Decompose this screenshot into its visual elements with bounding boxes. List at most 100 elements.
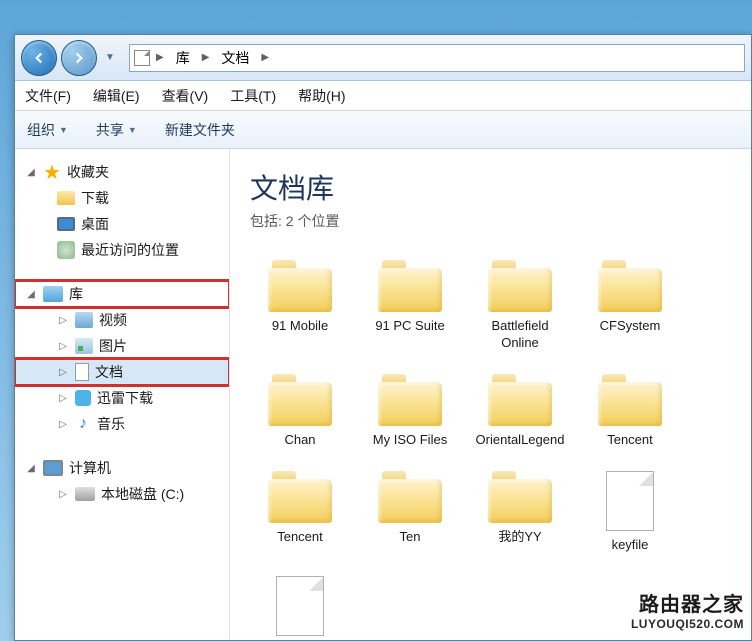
organize-button[interactable]: 组织▼ — [27, 120, 68, 140]
share-button[interactable]: 共享▼ — [96, 120, 137, 140]
address-bar[interactable]: ▶ 库 ▶ 文档 ▶ — [129, 44, 745, 72]
folder-item[interactable]: Battlefield Online — [470, 255, 570, 357]
sidebar-item-pictures[interactable]: ▷图片 — [15, 333, 229, 359]
item-label: 91 Mobile — [255, 318, 345, 335]
sidebar-label: 下载 — [81, 188, 109, 208]
items-grid: 91 Mobile 91 PC Suite Battlefield Online CF… — [250, 255, 731, 640]
folder-item[interactable]: Tencent — [580, 369, 680, 454]
sidebar-label: 音乐 — [97, 414, 125, 434]
watermark: 路由器之家 LUYOUQI520.COM — [631, 588, 744, 631]
library-icon — [43, 286, 63, 302]
sidebar-item-videos[interactable]: ▷ 视频 — [15, 307, 229, 333]
item-label: Tencent — [255, 529, 345, 546]
library-header: 文档库 包括: 2 个位置 — [250, 167, 731, 231]
item-label: Chan — [255, 432, 345, 449]
sidebar-item-documents[interactable]: ▷ 文档 — [15, 359, 229, 385]
collapse-icon[interactable]: ◢ — [25, 166, 37, 178]
explorer-window: ▼ ▶ 库 ▶ 文档 ▶ 文件(F) 编辑(E) 查看(V) 工具(T) 帮助(… — [14, 34, 752, 641]
breadcrumb-libraries[interactable]: 库 — [170, 46, 196, 70]
expand-icon[interactable]: ▷ — [57, 340, 69, 352]
folder-item[interactable]: CFSystem — [580, 255, 680, 357]
menu-help[interactable]: 帮助(H) — [298, 86, 345, 106]
sidebar-libraries[interactable]: ◢ 库 — [15, 281, 229, 307]
folder-icon — [378, 471, 442, 523]
forward-button[interactable] — [61, 40, 97, 76]
library-subtitle: 包括: 2 个位置 — [250, 211, 731, 231]
recent-icon — [57, 241, 75, 259]
expand-icon[interactable]: ▷ — [57, 488, 69, 500]
history-dropdown[interactable]: ▼ — [101, 40, 119, 76]
folder-item[interactable]: My ISO Files — [360, 369, 460, 454]
folder-item[interactable]: 91 Mobile — [250, 255, 350, 357]
chevron-right-icon[interactable]: ▶ — [198, 50, 214, 65]
item-label: OrientalLegend — [475, 432, 565, 449]
folder-icon — [268, 260, 332, 312]
folder-icon — [598, 374, 662, 426]
sidebar-item-downloads[interactable]: 下载 — [15, 185, 229, 211]
chevron-down-icon: ▼ — [128, 125, 137, 135]
desktop-icon — [57, 217, 75, 231]
item-label: Ten — [365, 529, 455, 546]
sidebar-label: 库 — [69, 284, 83, 304]
pictures-icon — [75, 338, 93, 354]
folder-item[interactable]: OrientalLegend — [470, 369, 570, 454]
sidebar-label: 迅雷下载 — [97, 388, 153, 408]
folder-item[interactable]: Tencent — [250, 466, 350, 559]
menu-edit[interactable]: 编辑(E) — [93, 86, 140, 106]
sidebar-item-drive-c[interactable]: ▷本地磁盘 (C:) — [15, 481, 229, 507]
folder-icon — [57, 191, 75, 205]
sidebar-label: 文档 — [95, 362, 123, 382]
folder-icon — [598, 260, 662, 312]
file-item[interactable]: keyfile — [580, 466, 680, 559]
videos-icon — [75, 312, 93, 328]
chevron-right-icon[interactable]: ▶ — [152, 50, 168, 65]
sidebar-item-thunder[interactable]: ▷ 迅雷下载 — [15, 385, 229, 411]
sidebar-label: 桌面 — [81, 214, 109, 234]
computer-icon — [43, 460, 63, 476]
item-label: Tencent — [585, 432, 675, 449]
folder-icon — [488, 471, 552, 523]
folder-icon — [488, 374, 552, 426]
file-item[interactable]: keyfile_u — [250, 571, 350, 640]
command-toolbar: 组织▼ 共享▼ 新建文件夹 — [15, 111, 751, 149]
new-folder-button[interactable]: 新建文件夹 — [165, 120, 235, 140]
item-label: keyfile — [585, 537, 675, 554]
arrow-right-icon — [70, 49, 88, 67]
menu-file[interactable]: 文件(F) — [25, 86, 71, 106]
expand-icon[interactable]: ▷ — [57, 392, 69, 404]
navigation-pane: ◢ 收藏夹 下载 桌面 最近访问的位置 ◢ 库 ▷ 视频 ▷图片 ▷ 文档 ▷ 迅雷下… — [15, 149, 230, 640]
item-label: 91 PC Suite — [365, 318, 455, 335]
sidebar-label: 视频 — [99, 310, 127, 330]
collapse-icon[interactable]: ◢ — [25, 288, 37, 300]
collapse-icon[interactable]: ◢ — [25, 462, 37, 474]
sidebar-item-recent[interactable]: 最近访问的位置 — [15, 237, 229, 263]
expand-icon[interactable]: ▷ — [57, 418, 69, 430]
sidebar-label: 收藏夹 — [67, 162, 109, 182]
folder-item[interactable]: Ten — [360, 466, 460, 559]
watermark-line1: 路由器之家 — [631, 588, 744, 617]
folder-icon — [488, 260, 552, 312]
back-button[interactable] — [21, 40, 57, 76]
folder-item[interactable]: 91 PC Suite — [360, 255, 460, 357]
chevron-right-icon[interactable]: ▶ — [257, 50, 273, 65]
expand-icon[interactable]: ▷ — [57, 314, 69, 326]
item-label: My ISO Files — [365, 432, 455, 449]
menu-view[interactable]: 查看(V) — [162, 86, 209, 106]
content-pane: 文档库 包括: 2 个位置 91 Mobile 91 PC Suite Battle… — [230, 149, 751, 640]
document-icon — [134, 50, 150, 66]
item-label: CFSystem — [585, 318, 675, 335]
expand-icon[interactable]: ▷ — [57, 366, 69, 378]
folder-item[interactable]: 我的YY — [470, 466, 570, 559]
navigation-bar: ▼ ▶ 库 ▶ 文档 ▶ — [15, 35, 751, 81]
sidebar-item-desktop[interactable]: 桌面 — [15, 211, 229, 237]
folder-item[interactable]: Chan — [250, 369, 350, 454]
breadcrumb-documents[interactable]: 文档 — [215, 46, 255, 70]
file-icon — [276, 576, 324, 636]
menu-tools[interactable]: 工具(T) — [230, 86, 276, 106]
sidebar-favorites[interactable]: ◢ 收藏夹 — [15, 159, 229, 185]
menu-bar: 文件(F) 编辑(E) 查看(V) 工具(T) 帮助(H) — [15, 81, 751, 111]
item-label: 我的YY — [475, 529, 565, 546]
sidebar-computer[interactable]: ◢ 计算机 — [15, 455, 229, 481]
sidebar-item-music[interactable]: ▷♪音乐 — [15, 411, 229, 437]
library-title: 文档库 — [250, 167, 731, 207]
